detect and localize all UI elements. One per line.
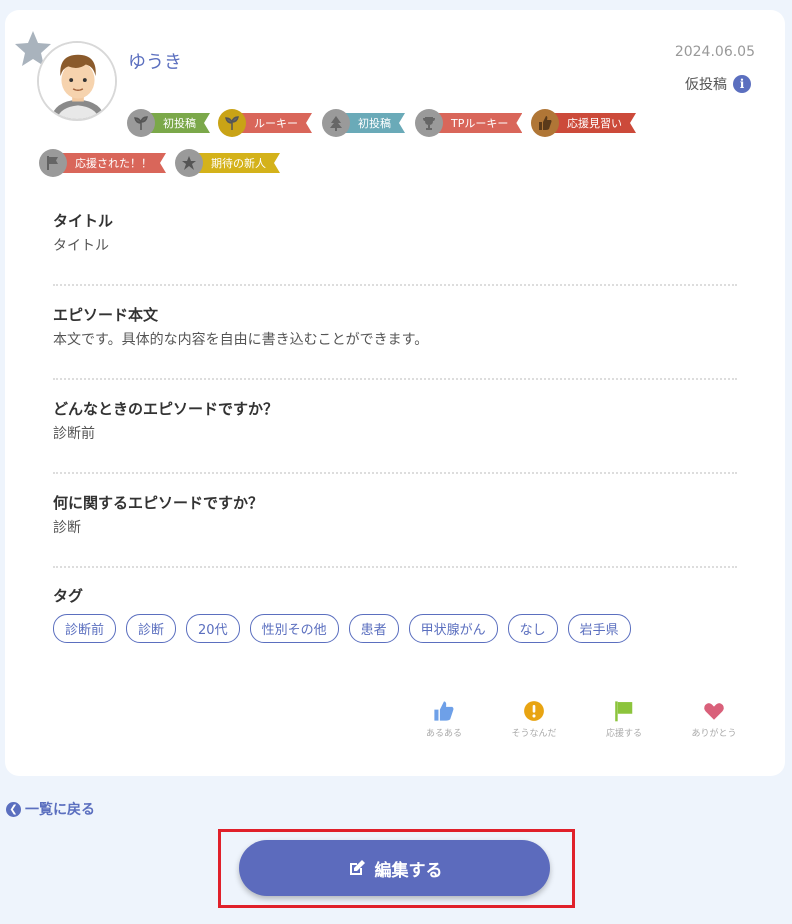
badge-label: 初投稿 (344, 113, 405, 133)
divider (53, 284, 737, 286)
flag-icon (39, 149, 67, 177)
section-value: 診断 (53, 520, 81, 536)
star-icon (175, 149, 203, 177)
sprout-icon (218, 109, 246, 137)
username[interactable]: ゆうき (128, 48, 182, 74)
section-heading: 何に関するエピソードですか？ (53, 494, 264, 512)
avatar (37, 41, 117, 121)
reaction-label: ありがとう (691, 729, 737, 739)
flag-icon (615, 701, 633, 722)
back-link-label: 一覧に戻る (25, 802, 95, 818)
edit-icon (349, 860, 365, 875)
section-heading: タグ (53, 587, 84, 605)
reaction-aruaru-button[interactable]: あるある (414, 700, 474, 739)
reaction-label: そうなんだ (511, 729, 557, 739)
badge: ルーキー (218, 109, 312, 137)
post-date: 2024.06.05 (674, 44, 755, 60)
thumbs-up-icon (434, 701, 454, 721)
reaction-label: 応援する (605, 729, 642, 739)
badge: 応援見習い (531, 109, 636, 137)
tag-chip[interactable]: 診断 (126, 614, 177, 643)
info-icon[interactable]: i (733, 75, 751, 93)
tree-icon (322, 109, 350, 137)
back-to-list-link[interactable]: ❮ 一覧に戻る (6, 799, 95, 819)
divider (53, 378, 737, 380)
section-tags: タグ 診断前 診断 20代 性別その他 患者 甲状腺がん なし 岩手県 (53, 585, 737, 643)
divider (53, 472, 737, 474)
tag-chip[interactable]: なし (507, 614, 558, 643)
section-when: どんなときのエピソードですか？ 診断前 (53, 398, 737, 443)
badge-label: 初投稿 (149, 113, 210, 133)
exclamation-icon (524, 701, 544, 721)
badge-label: 期待の新人 (197, 153, 280, 173)
badge-label: TPルーキー (437, 113, 522, 133)
badge-label: ルーキー (240, 113, 312, 133)
tag-chip[interactable]: 岩手県 (567, 614, 631, 643)
reaction-label: あるある (425, 729, 462, 739)
badge-label: 応援見習い (553, 113, 636, 133)
thumbs-up-icon (531, 109, 559, 137)
badge: 期待の新人 (175, 149, 280, 177)
section-heading: どんなときのエピソードですか？ (53, 400, 279, 418)
post-card: ゆうき 2024.06.05 仮投稿 i 初投稿 ルーキー 初投稿 TPルーキー… (5, 10, 785, 776)
tag-chip[interactable]: 20代 (186, 614, 240, 643)
heart-icon (704, 703, 724, 720)
badge-label: 応援された！！ (61, 153, 166, 173)
divider (53, 566, 737, 568)
draft-status: 仮投稿 i (685, 74, 751, 94)
reaction-arigatou-button[interactable]: ありがとう (684, 700, 744, 739)
badge: 初投稿 (322, 109, 405, 137)
draft-label: 仮投稿 (685, 77, 727, 93)
badge: 応援された！！ (39, 149, 166, 177)
section-body: エピソード本文 本文です。具体的な内容を自由に書き込むことができます。 (53, 304, 737, 349)
tag-chip[interactable]: 性別その他 (249, 614, 339, 643)
section-value: 本文です。具体的な内容を自由に書き込むことができます。 (53, 332, 429, 348)
section-about: 何に関するエピソードですか？ 診断 (53, 492, 737, 537)
badge: 初投稿 (127, 109, 210, 137)
edit-button[interactable]: 編集する (239, 840, 550, 896)
tag-chip[interactable]: 甲状腺がん (408, 614, 498, 643)
badge: TPルーキー (415, 109, 522, 137)
section-heading: タイトル (53, 212, 114, 230)
section-value: 診断前 (53, 426, 95, 442)
edit-button-label: 編集する (374, 860, 443, 881)
section-title: タイトル タイトル (53, 210, 737, 255)
tag-chip[interactable]: 患者 (348, 614, 399, 643)
reaction-sounanda-button[interactable]: そうなんだ (504, 700, 564, 739)
chevron-left-icon: ❮ (6, 801, 21, 817)
section-value: タイトル (53, 238, 109, 254)
reaction-ouen-button[interactable]: 応援する (594, 700, 654, 739)
sprout-icon (127, 109, 155, 137)
section-heading: エピソード本文 (53, 306, 159, 324)
trophy-icon (415, 109, 443, 137)
tag-chip[interactable]: 診断前 (53, 614, 117, 643)
tag-list: 診断前 診断 20代 性別その他 患者 甲状腺がん なし 岩手県 (53, 614, 737, 643)
